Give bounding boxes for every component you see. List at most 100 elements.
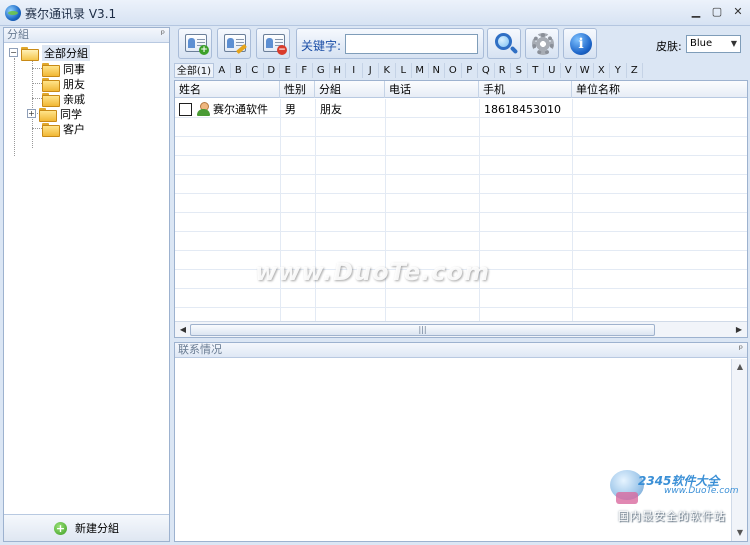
new-group-button[interactable]: + 新建分組: [4, 514, 169, 541]
row-checkbox[interactable]: [179, 103, 192, 116]
column-header-mobile[interactable]: 手机: [479, 81, 572, 98]
contacts-table: 姓名 性别 分組 电话 手机 单位名称 赛尔通软件 男 朋友 186184530…: [174, 80, 748, 338]
cell-group: 朋友: [320, 103, 342, 116]
skin-value: Blue: [690, 38, 713, 49]
folder-icon: [42, 122, 60, 137]
edit-contact-icon: [224, 34, 247, 55]
add-group-icon: +: [54, 521, 67, 535]
tree-label: 客户: [63, 122, 85, 136]
delete-contact-icon: −: [263, 34, 287, 55]
filter-all-button[interactable]: 全部(1): [174, 63, 214, 78]
group-panel-header: 分組 ᵖ: [4, 28, 169, 43]
horizontal-scrollbar[interactable]: ◀ ||| ▶: [175, 321, 747, 337]
table-header: 姓名 性别 分組 电话 手机 单位名称: [175, 81, 747, 98]
keyword-label: 关键字:: [301, 39, 342, 53]
alphabet-filter-bar: 全部(1) A B C D E F G H I J K L M N O P Q …: [174, 62, 748, 79]
filter-letter-d[interactable]: D: [264, 63, 280, 78]
app-version: V3.1: [88, 7, 117, 21]
watermark-logo: 2345软件大全 www.DuoTe.com 国内最安全的软件站: [608, 466, 748, 526]
scroll-thumb[interactable]: |||: [190, 324, 655, 336]
folder-icon: [42, 62, 60, 77]
tree-node-classmates[interactable]: + 同学: [27, 106, 82, 122]
column-header-group[interactable]: 分組: [315, 81, 385, 98]
tree-node-all-groups[interactable]: − 全部分組: [9, 44, 90, 61]
filter-letter-r[interactable]: R: [495, 63, 511, 78]
filter-letter-u[interactable]: U: [544, 63, 561, 78]
filter-letter-a[interactable]: A: [214, 63, 231, 78]
scroll-down-icon[interactable]: ▼: [734, 527, 746, 539]
tree-label: 亲戚: [63, 92, 85, 106]
keyword-search-box: 关键字:: [296, 28, 484, 59]
scroll-right-icon[interactable]: ▶: [733, 324, 745, 336]
pin-icon[interactable]: ᵖ: [161, 28, 165, 42]
column-header-company[interactable]: 单位名称: [572, 81, 747, 98]
scroll-up-icon[interactable]: ▲: [734, 361, 746, 373]
delete-contact-button[interactable]: −: [256, 28, 290, 59]
filter-letter-j[interactable]: J: [363, 63, 379, 78]
cell-mobile: 18618453010: [484, 103, 561, 116]
filter-letter-t[interactable]: T: [528, 63, 544, 78]
filter-letter-e[interactable]: E: [280, 63, 297, 78]
add-contact-button[interactable]: +: [178, 28, 212, 59]
cell-name: 赛尔通软件: [213, 103, 268, 116]
close-button[interactable]: ✕: [730, 5, 746, 19]
column-header-name[interactable]: 姓名: [175, 81, 280, 98]
filter-letter-p[interactable]: P: [462, 63, 478, 78]
filter-letter-q[interactable]: Q: [478, 63, 495, 78]
gear-icon: [532, 33, 554, 55]
cell-phone: [386, 100, 479, 119]
table-row[interactable]: 赛尔通软件 男 朋友 18618453010: [175, 100, 747, 119]
skin-select[interactable]: Blue ▼: [686, 35, 741, 53]
filter-letter-b[interactable]: B: [231, 63, 247, 78]
tree-label: 全部分組: [42, 44, 90, 61]
filter-letter-y[interactable]: Y: [610, 63, 627, 78]
keyword-input[interactable]: [345, 34, 478, 54]
collapse-icon[interactable]: −: [9, 48, 18, 57]
table-body: [175, 99, 747, 321]
tree-node-colleagues[interactable]: 同事: [42, 61, 85, 77]
restore-button[interactable]: ▢: [709, 5, 725, 19]
group-panel-title: 分組: [7, 28, 29, 41]
filter-letter-h[interactable]: H: [330, 63, 346, 78]
filter-letter-w[interactable]: W: [577, 63, 594, 78]
pin-icon[interactable]: ᵖ: [739, 343, 743, 357]
expand-icon[interactable]: +: [27, 109, 36, 118]
filter-letter-o[interactable]: O: [445, 63, 462, 78]
filter-letter-m[interactable]: M: [412, 63, 429, 78]
filter-letter-k[interactable]: K: [379, 63, 396, 78]
person-icon: [196, 101, 210, 117]
filter-letter-f[interactable]: F: [297, 63, 313, 78]
filter-letter-n[interactable]: N: [429, 63, 445, 78]
filter-letter-v[interactable]: V: [561, 63, 577, 78]
filter-letter-g[interactable]: G: [313, 63, 330, 78]
column-header-gender[interactable]: 性别: [280, 81, 315, 98]
title-bar: 赛尔通讯录 V3.1 ▁ ▢ ✕: [0, 0, 750, 26]
app-globe-icon: [5, 5, 21, 21]
column-header-phone[interactable]: 电话: [385, 81, 479, 98]
tree-node-clients[interactable]: 客户: [42, 121, 85, 137]
contact-panel-title: 联系情况: [178, 343, 222, 356]
settings-button[interactable]: [525, 28, 559, 59]
logo-site: www.DuoTe.com: [664, 486, 739, 496]
filter-letter-l[interactable]: L: [396, 63, 412, 78]
edit-contact-button[interactable]: [217, 28, 251, 59]
window-title: 赛尔通讯录 V3.1: [25, 5, 116, 22]
about-button[interactable]: i: [563, 28, 597, 59]
contact-panel-header: 联系情况 ᵖ: [175, 343, 747, 358]
search-button[interactable]: [487, 28, 521, 59]
filter-letter-z[interactable]: Z: [627, 63, 643, 78]
new-group-label: 新建分組: [75, 522, 119, 535]
tree-node-friends[interactable]: 朋友: [42, 76, 85, 92]
open-folder-icon: [21, 46, 39, 61]
minimize-button[interactable]: ▁: [688, 5, 704, 19]
filter-letter-x[interactable]: X: [594, 63, 610, 78]
filter-letter-c[interactable]: C: [247, 63, 264, 78]
add-contact-icon: +: [185, 34, 209, 55]
scroll-left-icon[interactable]: ◀: [177, 324, 189, 336]
filter-letter-i[interactable]: I: [346, 63, 363, 78]
toolbar: + − 关键字: i 皮肤: Blue ▼: [174, 27, 748, 61]
filter-letter-s[interactable]: S: [511, 63, 528, 78]
tree-node-relatives[interactable]: 亲戚: [42, 91, 85, 107]
logo-slogan: 国内最安全的软件站: [618, 510, 726, 523]
folder-icon: [39, 107, 57, 122]
